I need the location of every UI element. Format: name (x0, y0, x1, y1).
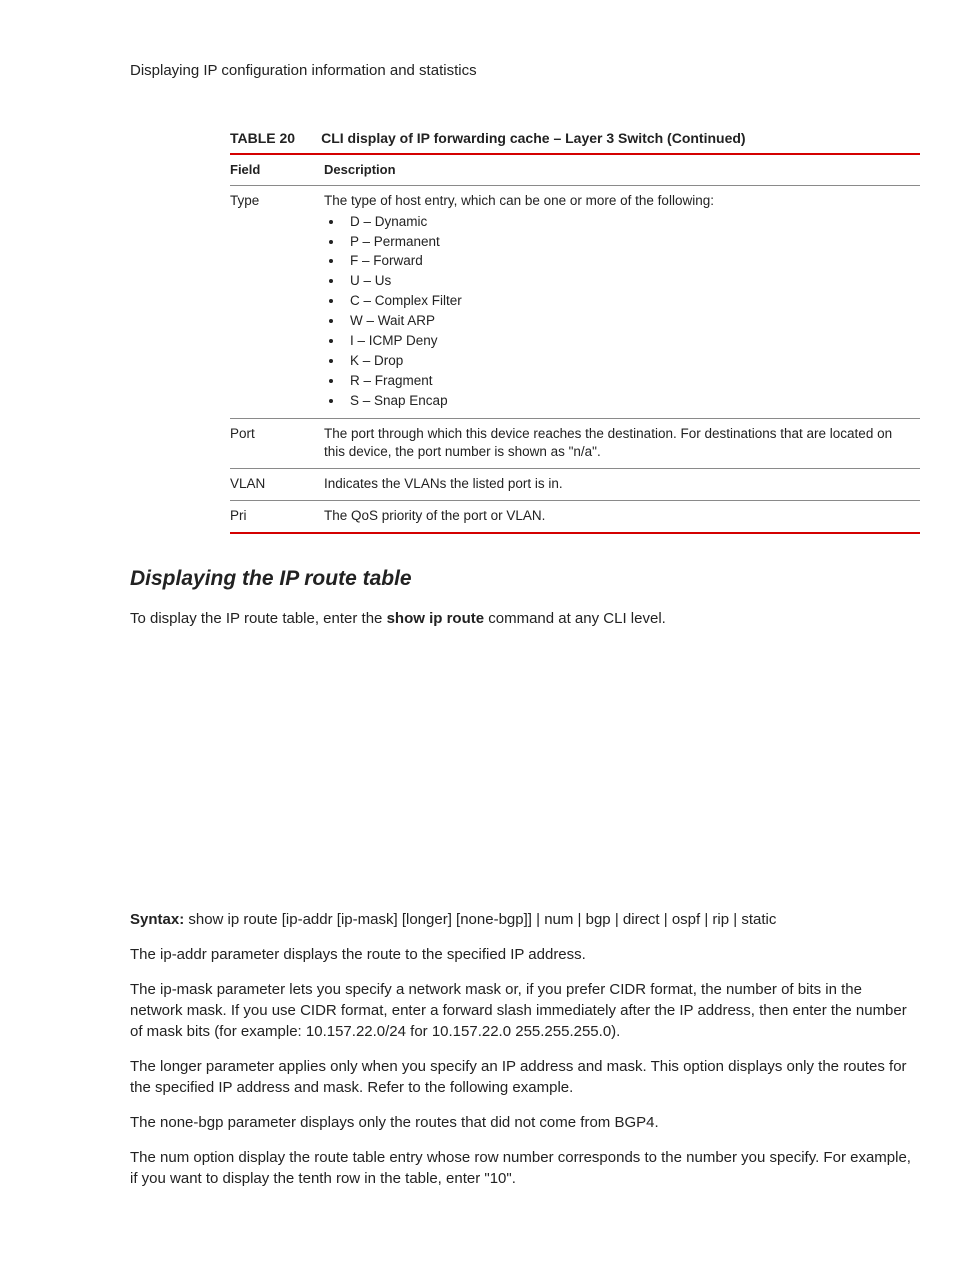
field-type: Type (230, 185, 324, 418)
syntax-longer: longer (406, 911, 448, 928)
page-header: Displaying IP configuration information … (130, 60, 918, 81)
field-pri: Pri (230, 501, 324, 533)
list-item: W – Wait ARP (344, 312, 912, 331)
syntax-text: | (729, 911, 741, 928)
table-caption: TABLE 20 CLI display of IP forwarding ca… (230, 129, 918, 149)
list-item: R – Fragment (344, 372, 912, 391)
p-keyword: longer (160, 1058, 202, 1075)
syntax-num: num (544, 911, 573, 928)
table-title: CLI display of IP forwarding cache – Lay… (321, 129, 745, 149)
para-ipmask: The ip-mask parameter lets you specify a… (130, 979, 918, 1042)
section-intro: To display the IP route table, enter the… (130, 608, 918, 629)
type-intro: The type of host entry, which can be one… (324, 193, 714, 208)
desc-type: The type of host entry, which can be one… (324, 185, 920, 418)
p-text: The (130, 1114, 160, 1131)
table-number: TABLE 20 (230, 129, 295, 149)
syntax-bgp: bgp (586, 911, 611, 928)
syntax-text: | (700, 911, 712, 928)
desc-vlan: Indicates the VLANs the listed port is i… (324, 469, 920, 501)
p-var: ip-addr (160, 946, 207, 963)
syntax-text: | (660, 911, 672, 928)
p-text: parameter applies only when you specify … (130, 1058, 907, 1096)
para-longer: The longer parameter applies only when y… (130, 1056, 918, 1098)
desc-port: The port through which this device reach… (324, 418, 920, 469)
p-var: num (160, 1149, 189, 1166)
field-vlan: VLAN (230, 469, 324, 501)
col-field: Field (230, 154, 324, 186)
intro-post: command at any CLI level. (484, 610, 666, 627)
syntax-cmd: show ip route (188, 911, 277, 928)
p-text: parameter lets you specify a network mas… (130, 981, 907, 1040)
para-num: The num option display the route table e… (130, 1147, 918, 1189)
field-port: Port (230, 418, 324, 469)
col-desc: Description (324, 154, 920, 186)
page: Displaying IP configuration information … (0, 0, 954, 1263)
type-bullets: D – Dynamic P – Permanent F – Forward U … (324, 213, 912, 411)
p-text: The (130, 1058, 160, 1075)
desc-pri: The QoS priority of the port or VLAN. (324, 501, 920, 533)
list-item: C – Complex Filter (344, 292, 912, 311)
p-var: ip-mask (160, 981, 213, 998)
p-text: parameter displays the route to the spec… (207, 946, 586, 963)
cli-table: Field Description Type The type of host … (230, 153, 920, 535)
syntax-ospf: ospf (672, 911, 700, 928)
syntax-ipaddr: ip-addr (286, 911, 333, 928)
table-row: Type The type of host entry, which can b… (230, 185, 920, 418)
syntax-text: [ (452, 911, 460, 928)
syntax-rip: rip (712, 911, 729, 928)
syntax-text: [ (278, 911, 286, 928)
intro-pre: To display the IP route table, enter the (130, 610, 387, 627)
syntax-line: Syntax: show ip route [ip-addr [ip-mask]… (130, 909, 918, 930)
table-20: TABLE 20 CLI display of IP forwarding ca… (230, 129, 918, 534)
list-item: F – Forward (344, 252, 912, 271)
syntax-text: ]] | (524, 911, 545, 928)
syntax-text: [ (398, 911, 406, 928)
syntax-text: [ (333, 911, 341, 928)
para-nonebgp: The none-bgp parameter displays only the… (130, 1112, 918, 1133)
syntax-label: Syntax: (130, 911, 188, 928)
table-row: Pri The QoS priority of the port or VLAN… (230, 501, 920, 533)
list-item: U – Us (344, 272, 912, 291)
table-row: VLAN Indicates the VLANs the listed port… (230, 469, 920, 501)
table-row: Port The port through which this device … (230, 418, 920, 469)
syntax-ipmask: ip-mask (341, 911, 394, 928)
para-ipaddr: The ip-addr parameter displays the route… (130, 944, 918, 965)
p-text: The (130, 1149, 160, 1166)
list-item: P – Permanent (344, 233, 912, 252)
syntax-static: static (741, 911, 776, 928)
section-title: Displaying the IP route table (130, 564, 918, 593)
intro-cmd: show ip route (387, 610, 485, 627)
p-text: option display the route table entry who… (130, 1149, 911, 1187)
syntax-direct: direct (623, 911, 660, 928)
p-keyword: none-bgp (160, 1114, 223, 1131)
syntax-text: | (573, 911, 585, 928)
p-text: parameter displays only the routes that … (223, 1114, 658, 1131)
syntax-text: | (611, 911, 623, 928)
p-text: The (130, 946, 160, 963)
syntax-nonebgp: none-bgp (460, 911, 523, 928)
list-item: I – ICMP Deny (344, 332, 912, 351)
list-item: S – Snap Encap (344, 392, 912, 411)
list-item: K – Drop (344, 352, 912, 371)
p-text: The (130, 981, 160, 998)
list-item: D – Dynamic (344, 213, 912, 232)
